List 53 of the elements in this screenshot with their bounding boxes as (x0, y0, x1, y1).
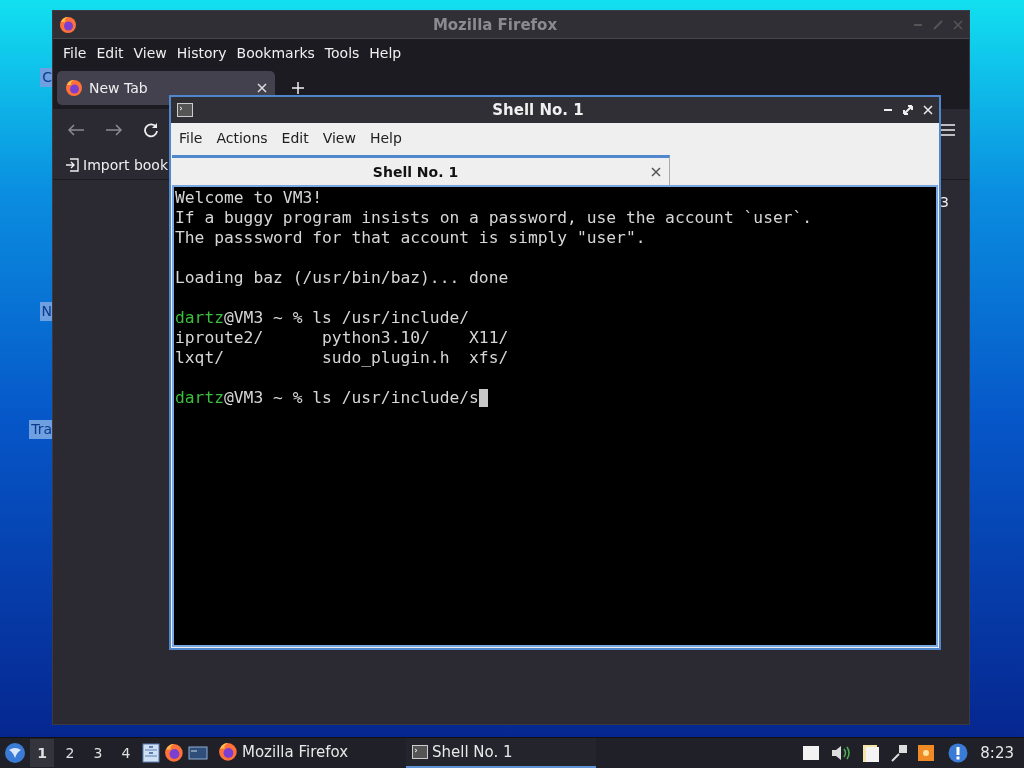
taskbar-task[interactable]: Shell No. 1 (406, 737, 596, 768)
page-text: 3 (940, 194, 949, 212)
menu-item[interactable]: Help (365, 128, 406, 148)
workspace-button[interactable]: 2 (58, 739, 82, 767)
close-icon[interactable] (651, 166, 661, 177)
firefox-icon (59, 15, 77, 34)
terminal-line: lxqt/ sudo_plugin.h xfs/ (175, 348, 509, 368)
clock: 8:23 (979, 744, 1015, 762)
workspace-button[interactable]: 4 (114, 739, 138, 767)
volume-icon[interactable] (830, 744, 853, 762)
window-title: Shell No. 1 (491, 101, 585, 119)
workspace-button[interactable]: 1 (30, 739, 54, 767)
menu-item[interactable]: Edit (92, 43, 128, 63)
back-icon[interactable] (67, 123, 85, 137)
desktop-icon-label[interactable]: Tra (29, 420, 52, 439)
desktop-icon[interactable] (188, 745, 208, 761)
bookmark-link[interactable]: Import book (83, 157, 169, 173)
menu-item[interactable]: Actions (212, 128, 272, 148)
terminal-line: Loading baz (/usr/bin/baz)... done (175, 268, 509, 288)
prompt-line: dartz@VM3 ~ % ls /usr/include/s (175, 388, 479, 408)
workspace-button[interactable]: 3 (86, 739, 110, 767)
menu-item[interactable]: History (172, 43, 231, 63)
reload-icon[interactable] (143, 122, 159, 138)
taskbar-task[interactable]: Mozilla Firefox (212, 737, 402, 768)
forward-icon[interactable] (105, 123, 123, 137)
terminal-line: iproute2/ python3.10/ X11/ (175, 328, 509, 348)
start-menu-icon[interactable] (4, 742, 26, 764)
menu-item[interactable]: View (129, 43, 171, 63)
file-cabinet-icon[interactable] (142, 743, 160, 763)
firefox-icon (218, 741, 238, 762)
terminal-line: Welcome to VM3! (175, 188, 323, 208)
clipboard-icon[interactable] (862, 743, 881, 763)
desktop-icon-label[interactable]: N (39, 302, 52, 321)
firefox-icon[interactable] (164, 743, 184, 763)
menu-item[interactable]: Edit (277, 128, 313, 148)
window-title: Mozilla Firefox (431, 15, 559, 34)
terminal-tab[interactable]: Shell No. 1 (172, 155, 670, 185)
terminal-icon (177, 102, 193, 118)
terminal-icon (412, 743, 428, 760)
prompt-line: dartz@VM3 ~ % ls /usr/include/ (175, 308, 470, 328)
menu-item[interactable]: Help (365, 43, 406, 63)
terminal-line: The passsword for that account is simply "user". (175, 228, 646, 248)
menu-item[interactable]: Tools (320, 43, 364, 63)
menu-item[interactable]: Bookmarks (232, 43, 319, 63)
menu-icon[interactable] (941, 124, 955, 136)
firefox-icon (65, 79, 83, 97)
terminal-line: If a buggy program insists on a password, use the account `user`. (175, 208, 813, 228)
alert-icon[interactable] (948, 743, 969, 763)
menu-item[interactable]: File (175, 128, 207, 148)
menu-item[interactable]: View (318, 128, 360, 148)
desktop-icon-label[interactable]: C (40, 68, 52, 87)
import-icon[interactable] (65, 158, 79, 172)
menu-item[interactable]: File (59, 43, 91, 63)
